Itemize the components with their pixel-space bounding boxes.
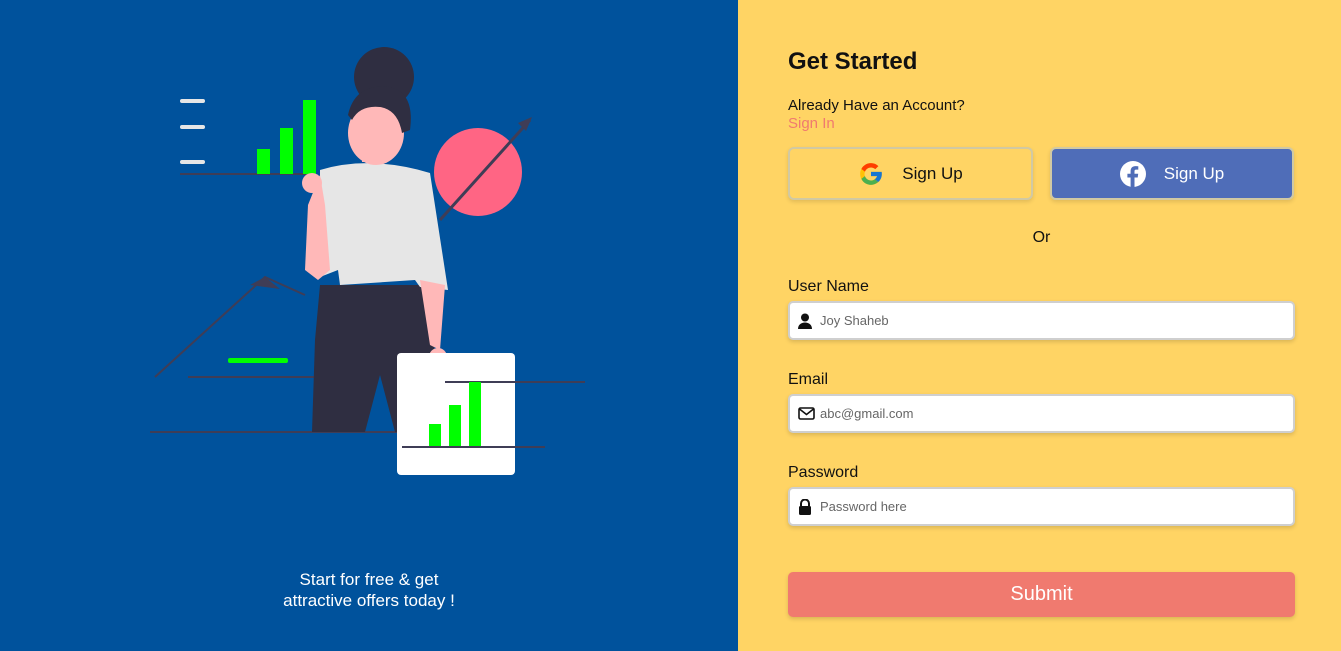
email-field[interactable]: [788, 394, 1295, 433]
facebook-signup-label: Sign Up: [1163, 163, 1225, 183]
username-field[interactable]: [788, 301, 1295, 340]
google-signup-label: Sign Up: [902, 163, 963, 183]
envelope-icon: [790, 396, 820, 431]
chart-bar: [303, 100, 316, 174]
google-signup-button[interactable]: Sign Up: [788, 147, 1033, 200]
menu-line: [180, 125, 205, 129]
password-field[interactable]: [788, 487, 1295, 526]
chart-bar: [280, 128, 293, 174]
or-divider: Or: [1032, 229, 1051, 246]
signup-panel: Get Started Already Have an Account? Sig…: [738, 0, 1341, 651]
email-label: Email: [788, 371, 829, 388]
username-label: User Name: [788, 278, 869, 295]
account-prompt: Already Have an Account?: [788, 97, 965, 114]
facebook-signup-button[interactable]: Sign Up: [1050, 147, 1294, 200]
menu-line: [180, 160, 205, 164]
google-icon: [858, 161, 884, 187]
chart-bar: [469, 382, 481, 446]
hero-tagline: Start for free & get attractive offers t…: [0, 569, 738, 611]
tagline-line-2: attractive offers today !: [283, 591, 455, 610]
password-input[interactable]: [820, 489, 1293, 524]
page-title: Get Started: [788, 48, 918, 75]
submit-button[interactable]: Submit: [788, 572, 1295, 617]
tagline-line-1: Start for free & get: [299, 570, 439, 589]
chart-bar: [257, 149, 270, 174]
signin-link[interactable]: Sign In: [788, 115, 835, 132]
username-input[interactable]: [820, 303, 1293, 338]
signup-form: Get Started Already Have an Account? Sig…: [788, 0, 1295, 651]
password-label: Password: [788, 464, 859, 481]
chart-bar: [429, 424, 441, 446]
lock-icon: [790, 489, 820, 524]
menu-line: [180, 99, 205, 103]
email-input[interactable]: [820, 396, 1293, 431]
pink-circle: [434, 128, 522, 216]
woman-with-charts-illustration: [150, 47, 585, 475]
chart-bar: [449, 405, 461, 446]
user-icon: [790, 303, 820, 338]
facebook-icon: [1119, 160, 1146, 187]
hero-panel: Start for free & get attractive offers t…: [0, 0, 738, 651]
